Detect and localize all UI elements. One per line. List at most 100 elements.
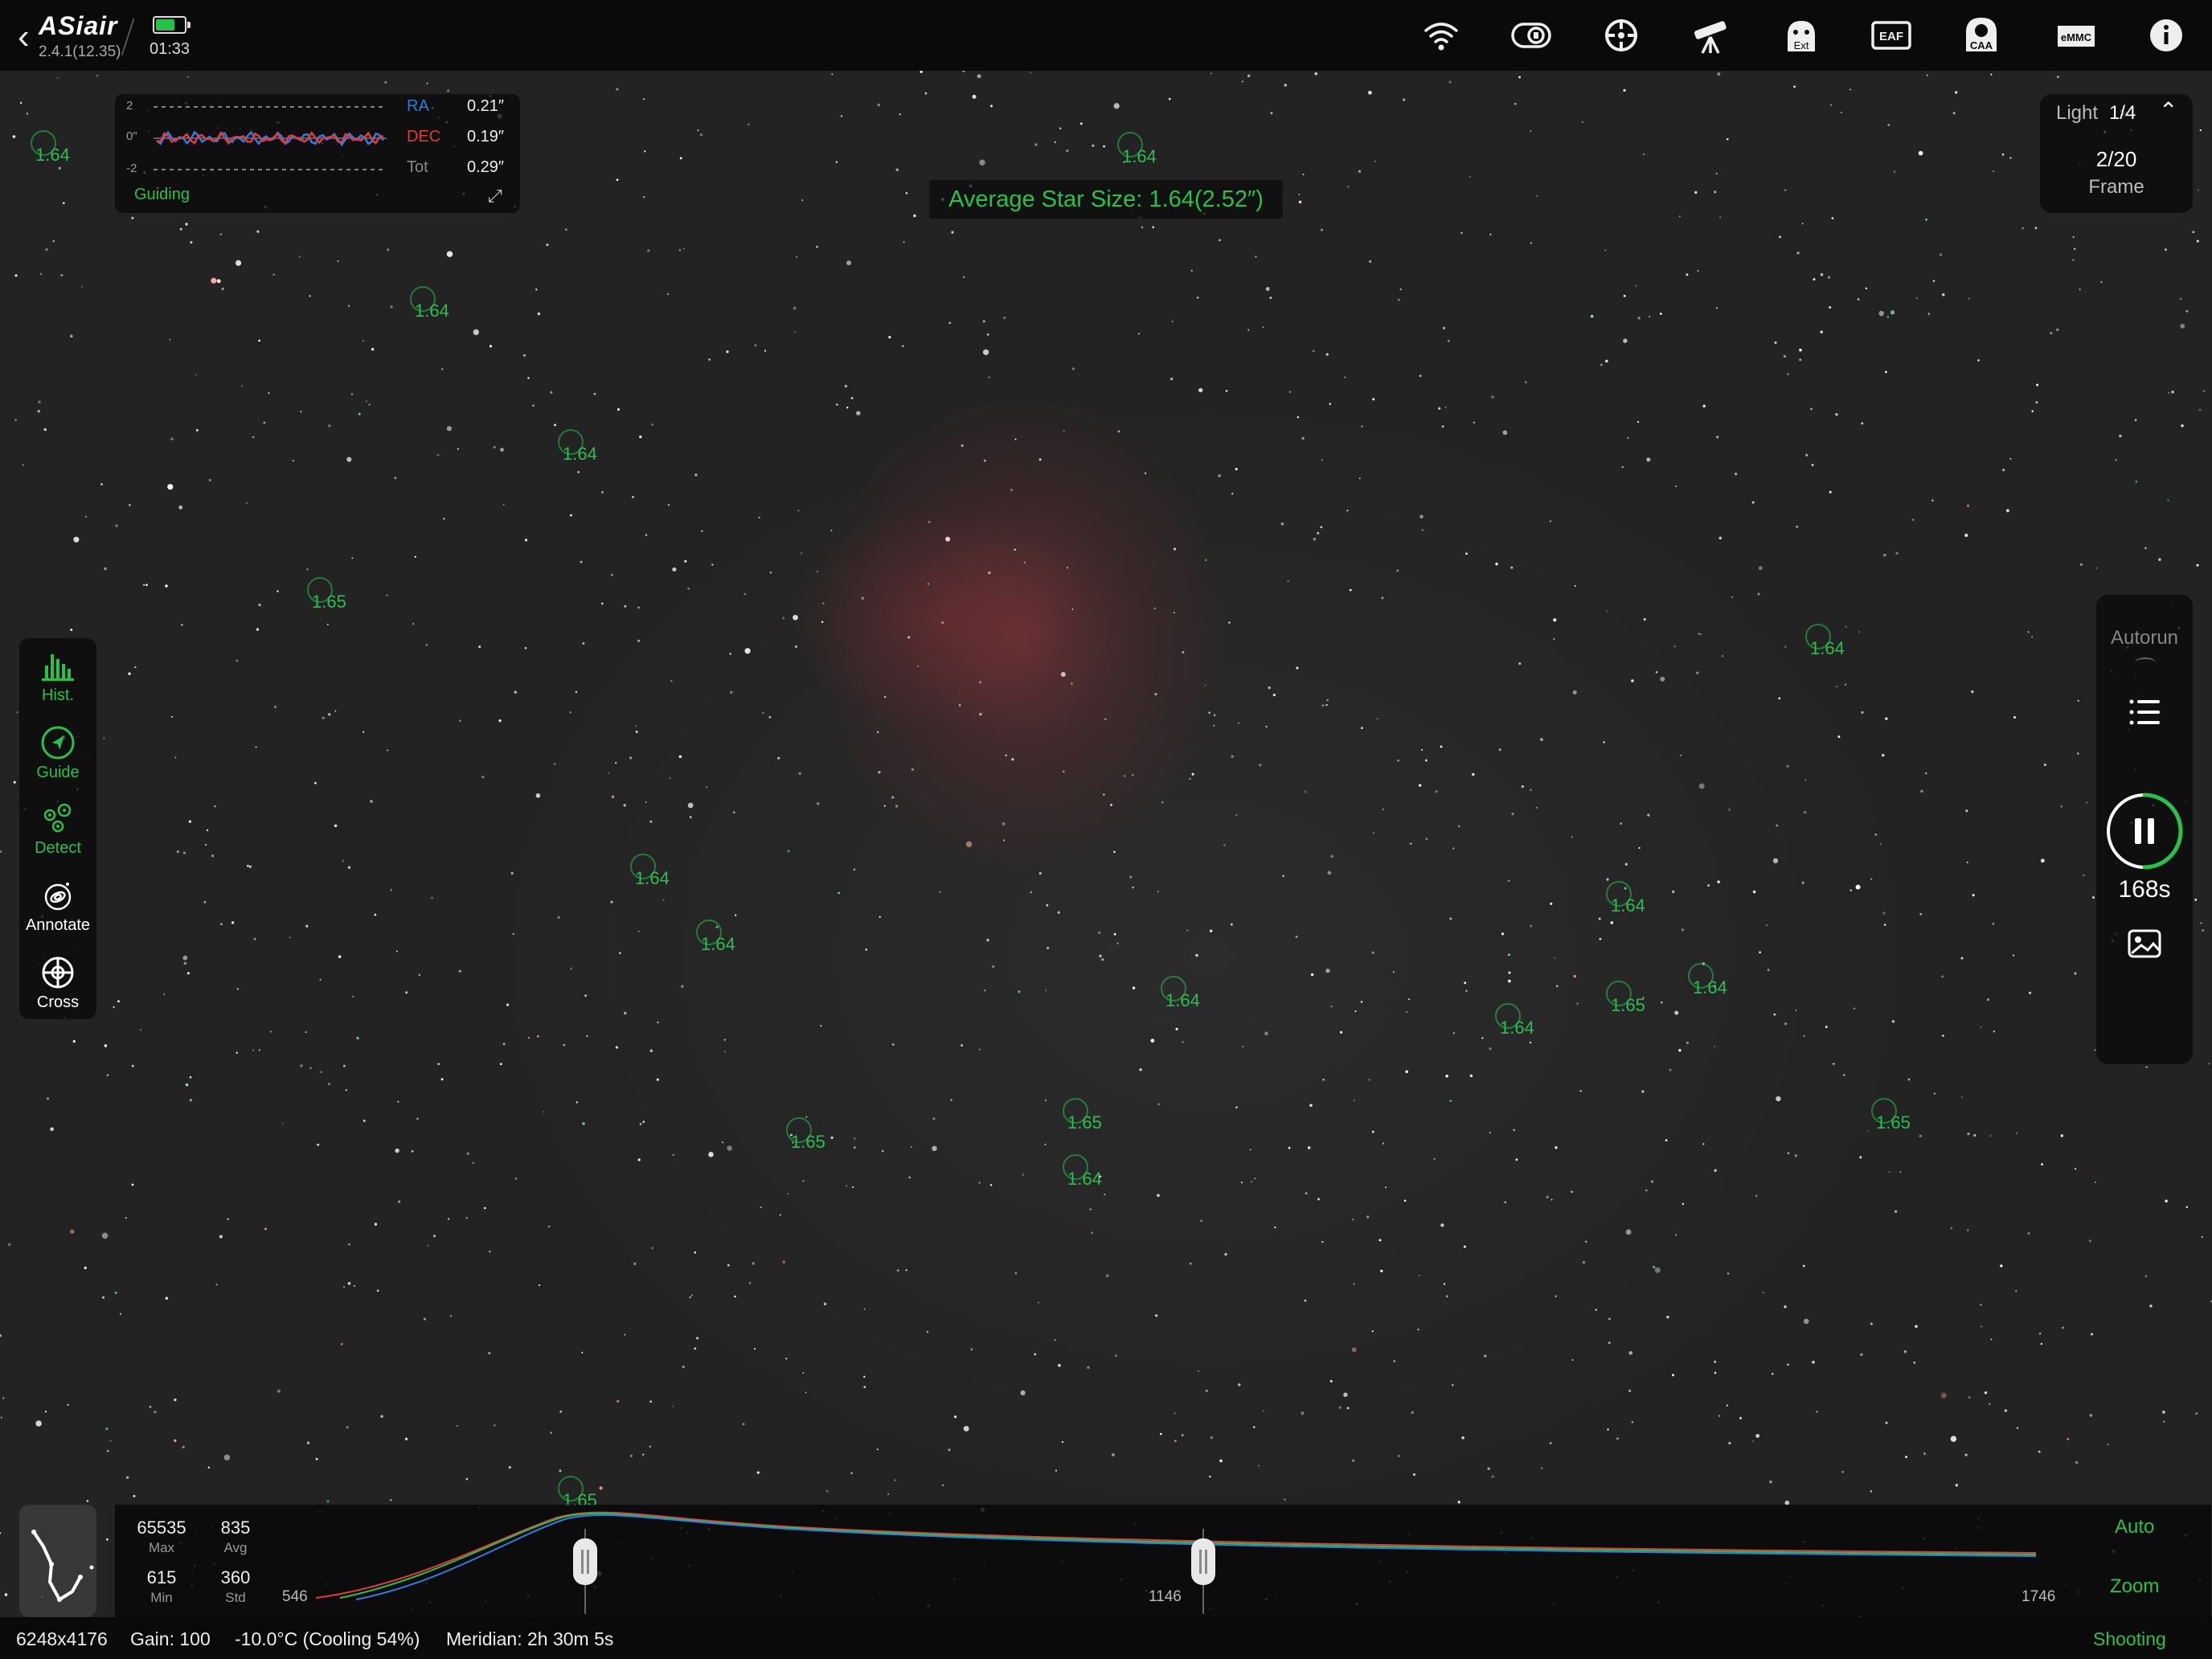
star-size-label: 1.65 xyxy=(312,592,346,612)
info-icon[interactable] xyxy=(2144,14,2188,56)
telescope-icon[interactable] xyxy=(1690,14,1733,56)
left-toolbar: Hist. Guide Detect Annotate Cross xyxy=(19,638,96,1019)
tool-detect[interactable]: Detect xyxy=(19,797,96,871)
black-point-slider[interactable] xyxy=(573,1538,597,1585)
guiding-panel[interactable]: 2 0" -2 RA 0.21″ DEC 0.19″ Tot 0.29″ Gui… xyxy=(115,94,520,213)
guide-scope-icon[interactable] xyxy=(1600,14,1643,56)
tool-cross[interactable]: Cross xyxy=(19,952,96,1026)
dec-value: 0.19″ xyxy=(467,128,505,145)
tool-annotate-label: Annotate xyxy=(25,916,91,934)
crosshair-icon xyxy=(42,956,74,989)
frame-count: 1/4 xyxy=(2109,102,2136,124)
resolution: 6248x4176 xyxy=(16,1628,108,1649)
battery-fill xyxy=(156,19,174,31)
star-size-label: 1.64 xyxy=(1500,1018,1534,1038)
clock: 01:33 xyxy=(150,40,190,58)
tool-hist-label: Hist. xyxy=(42,686,74,704)
autorun-label[interactable]: Autorun xyxy=(2096,627,2193,649)
annotate-icon xyxy=(44,883,72,911)
list-icon[interactable] xyxy=(2127,694,2162,730)
star-size-label: 1.64 xyxy=(635,868,670,888)
star-size-label: 1.64 xyxy=(1611,895,1645,916)
zoom-button[interactable]: Zoom xyxy=(2110,1575,2159,1598)
divider xyxy=(121,18,135,56)
star-size-label: 1.64 xyxy=(1693,977,1727,997)
top-bar: ‹ ASiair 2.4.1(12.35) 01:33 Ext EAF CAA … xyxy=(0,0,2212,71)
histogram-panel: 65535 Max 835 Avg 615 Min 360 Std 546 1146 1… xyxy=(115,1505,2211,1617)
ext-icon[interactable]: Ext xyxy=(1780,14,1823,56)
tot-label: Tot xyxy=(407,158,428,176)
back-icon[interactable]: ‹ xyxy=(18,19,30,55)
hist-stat-max: 65535 Max xyxy=(137,1518,186,1555)
white-point-slider[interactable] xyxy=(1191,1538,1215,1585)
guiding-tick-top: 2 xyxy=(126,99,133,113)
meridian-countdown: Meridian: 2h 30m 5s xyxy=(446,1628,614,1649)
autorun-toggle[interactable] xyxy=(2135,657,2156,667)
frame-unit: Frame xyxy=(2088,176,2144,198)
shooting-status: Shooting xyxy=(2093,1628,2166,1649)
eaf-icon[interactable]: EAF xyxy=(1870,14,1913,56)
app-logo: ASiair xyxy=(39,11,118,40)
star-size-label: 1.64 xyxy=(1165,990,1200,1010)
hist-axis-right: 1746 xyxy=(2022,1588,2056,1605)
star-size-label: 1.64 xyxy=(35,145,70,165)
hist-axis-mid: 1146 xyxy=(1149,1588,1182,1605)
star-size-label: 1.64 xyxy=(415,301,449,321)
frame-mode: Light xyxy=(2056,102,2099,124)
star-field xyxy=(0,71,2212,1659)
camera-icon[interactable] xyxy=(1509,14,1553,56)
average-star-size: Average Star Size: 1.64(2.52″) xyxy=(929,180,1283,219)
svg-text:Ext: Ext xyxy=(1794,39,1809,51)
tool-cross-label: Cross xyxy=(36,993,80,1011)
tool-hist[interactable]: Hist. xyxy=(19,645,96,719)
hist-stat-min: 615 Min xyxy=(146,1567,177,1605)
frame-panel[interactable]: Light 1/4 ⌃ 2/20 Frame xyxy=(2040,94,2193,213)
tool-detect-label: Detect xyxy=(35,839,81,857)
guide-icon xyxy=(41,726,75,760)
hist-axis-left: 546 xyxy=(282,1588,308,1605)
caa-icon[interactable]: CAA xyxy=(1960,14,2003,56)
star-size-label: 1.65 xyxy=(1876,1112,1911,1133)
svg-text:eMMC: eMMC xyxy=(2061,31,2092,43)
image-gallery-icon[interactable] xyxy=(2127,926,2162,961)
tool-guide-label: Guide xyxy=(36,764,80,781)
tool-annotate[interactable]: Annotate xyxy=(19,875,96,948)
guiding-title: Guiding xyxy=(134,186,190,203)
svg-text:CAA: CAA xyxy=(1970,39,1993,51)
hist-stat-avg: 835 Avg xyxy=(220,1518,251,1555)
ra-label: RA xyxy=(407,97,429,115)
chevron-up-icon[interactable]: ⌃ xyxy=(2159,97,2177,124)
status-bar: 6248x4176 Gain: 100 -10.0°C (Cooling 54%… xyxy=(0,1617,2212,1659)
hist-stat-std: 360 Std xyxy=(220,1567,251,1605)
guiding-tick-mid: 0" xyxy=(126,129,137,143)
detect-icon xyxy=(43,803,72,833)
histogram-icon xyxy=(42,654,74,681)
pause-button[interactable] xyxy=(2104,791,2185,871)
app-version: 2.4.1(12.35) xyxy=(39,43,121,60)
tot-value: 0.29″ xyxy=(467,158,505,176)
guiding-tick-bottom: -2 xyxy=(126,162,137,175)
gain: Gain: 100 xyxy=(130,1628,211,1649)
star-size-label: 1.64 xyxy=(1122,146,1157,166)
wifi-icon[interactable] xyxy=(1419,14,1463,56)
emmc-icon[interactable]: eMMC xyxy=(2054,14,2098,56)
tool-guide[interactable]: Guide xyxy=(19,722,96,796)
star-size-label: 1.65 xyxy=(1067,1112,1102,1133)
sky-navigator-thumbnail[interactable] xyxy=(19,1505,96,1617)
battery-tip xyxy=(187,22,190,28)
auto-stretch-button[interactable]: Auto xyxy=(2115,1516,2154,1538)
expand-icon[interactable]: ⤢ xyxy=(488,186,502,207)
guiding-graph xyxy=(154,106,387,170)
dec-label: DEC xyxy=(407,128,441,145)
svg-text:EAF: EAF xyxy=(1879,30,1903,43)
star-size-label: 1.65 xyxy=(791,1132,825,1152)
star-size-label: 1.64 xyxy=(701,934,735,954)
exposure-timer: 168s xyxy=(2118,876,2171,903)
star-size-label: 1.64 xyxy=(1067,1169,1102,1189)
frame-progress: 2/20 xyxy=(2095,147,2137,171)
constellation-icon xyxy=(31,1530,94,1602)
ra-value: 0.21″ xyxy=(467,97,505,115)
star-size-label: 1.64 xyxy=(1810,638,1845,658)
battery-icon xyxy=(153,16,190,34)
right-toolbar: Autorun 168s xyxy=(2096,595,2193,1064)
